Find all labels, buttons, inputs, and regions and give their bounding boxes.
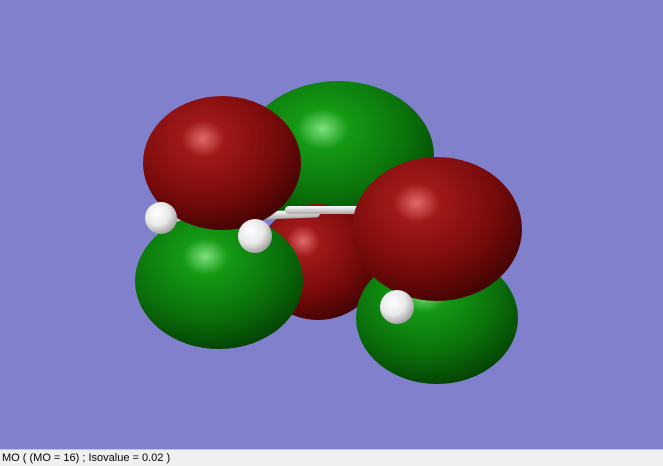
orbital-lobe-negative-right [352, 157, 522, 301]
hydrogen-atom[interactable] [380, 290, 414, 324]
hydrogen-atom[interactable] [145, 202, 177, 234]
molecule-viewport[interactable] [0, 0, 663, 449]
hydrogen-atom[interactable] [238, 219, 272, 253]
status-bar: MO ( (MO = 16) ; Isovalue = 0.02 ) [0, 449, 663, 466]
status-bar-text: MO ( (MO = 16) ; Isovalue = 0.02 ) [2, 452, 171, 464]
